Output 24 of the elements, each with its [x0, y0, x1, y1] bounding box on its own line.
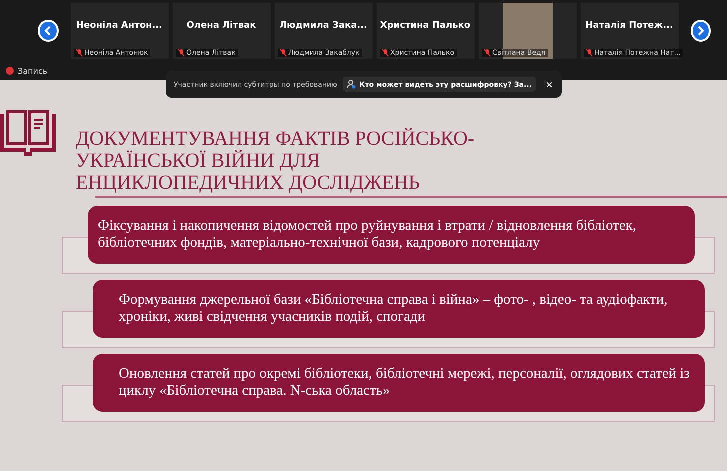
participant-name: Неоніла Антон... — [76, 21, 162, 31]
recording-label: Запись — [18, 66, 48, 76]
muted-mic-icon — [484, 49, 490, 57]
muted-mic-icon — [178, 49, 184, 57]
next-button[interactable] — [690, 20, 711, 42]
participant-name: Олена Літвак — [186, 21, 256, 31]
chevron-left-icon — [44, 26, 52, 36]
muted-mic-icon — [586, 49, 592, 57]
previous-button[interactable] — [38, 20, 58, 42]
book-icon — [0, 110, 56, 156]
bullet-text: Оновлення статей про окремі бібліотеки, бібліотечні мережі, персоналії, оглядових статей із циклу «Бібліотечна справа. N-ська область» — [93, 354, 705, 412]
person-icon — [347, 80, 356, 89]
close-button[interactable]: × — [542, 78, 558, 92]
participant-name: Наталія Потеж... — [586, 21, 674, 31]
chevron-right-icon — [696, 26, 705, 36]
muted-mic-icon — [382, 49, 388, 57]
slide-title: ДОКУМЕНТУВАННЯ ФАКТІВ РОСІЙСЬКО-УКРАЇНСЬКОЇ ВІЙНИ ДЛЯ ЕНЦИКЛОПЕДИЧНИХ ДОСЛІДЖЕНЬ — [76, 128, 476, 194]
bullet-text: Фіксування і накопичення відомостей про руйнування і втрати / відновлення бібліотек, бібліотечних фондів, матеріально-технічної бази, кадрового потенціалу — [88, 206, 695, 264]
participant-name: Людмила Зака... — [280, 21, 368, 31]
bullet-text: Формування джерельної бази «Бібліотечна справа і війна» – фото- , відео- та аудіофакти, хроніки, живі свідчення учасників подій, спогади — [93, 280, 705, 338]
participant-name: Христина Палько — [380, 21, 471, 31]
muted-mic-icon — [76, 49, 82, 57]
record-icon — [6, 67, 14, 75]
muted-mic-icon — [280, 49, 286, 57]
